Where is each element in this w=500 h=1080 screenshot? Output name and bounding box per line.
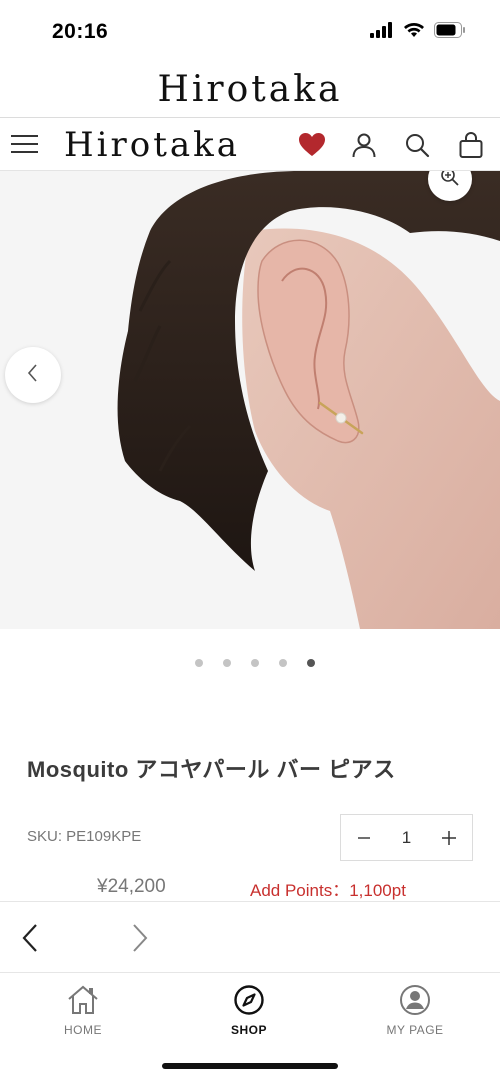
chevron-left-icon xyxy=(26,363,40,388)
browser-toolbar xyxy=(0,901,500,973)
product-price: ¥24,200 xyxy=(97,876,166,897)
plus-icon xyxy=(442,830,456,845)
tab-shop-label: SHOP xyxy=(230,1023,267,1037)
tab-home[interactable]: HOME xyxy=(23,982,143,1037)
tab-home-label: HOME xyxy=(64,1023,102,1037)
site-logo[interactable]: Hirotaka xyxy=(64,120,240,170)
heart-icon[interactable] xyxy=(297,130,327,160)
add-points: Add Points：1,100pt xyxy=(250,881,406,900)
menu-icon[interactable] xyxy=(10,131,40,157)
product-image-gallery[interactable] xyxy=(0,171,500,629)
tab-my-page-label: MY PAGE xyxy=(386,1023,444,1037)
status-time: 20:16 xyxy=(52,20,109,43)
browser-title-bar: Hirotaka xyxy=(0,62,500,118)
signal-icon xyxy=(370,22,394,43)
product-sku: SKU: PE109KPE xyxy=(27,828,142,845)
search-icon[interactable] xyxy=(402,130,432,160)
compass-icon xyxy=(231,982,267,1018)
back-arrow-icon[interactable] xyxy=(16,922,46,954)
browser-page-title: Hirotaka xyxy=(157,69,343,110)
wifi-icon xyxy=(403,22,425,43)
home-indicator xyxy=(162,1063,338,1069)
slide-dot-active[interactable] xyxy=(307,659,315,667)
home-icon xyxy=(65,982,101,1018)
bag-icon[interactable] xyxy=(456,130,486,160)
zoom-in-icon xyxy=(440,171,460,192)
status-icons xyxy=(370,22,466,43)
slide-dot[interactable] xyxy=(223,659,231,667)
tab-my-page[interactable]: MY PAGE xyxy=(355,982,475,1037)
forward-arrow-icon[interactable] xyxy=(124,922,154,954)
tab-shop[interactable]: SHOP xyxy=(189,982,309,1037)
quantity-stepper: 1 xyxy=(340,814,473,861)
slide-dot[interactable] xyxy=(195,659,203,667)
product-title: Mosquito アコヤパール バー ピアス xyxy=(27,757,396,782)
previous-slide-button[interactable] xyxy=(5,347,61,403)
status-bar: 20:16 xyxy=(0,0,500,62)
site-header: Hirotaka xyxy=(0,118,500,171)
minus-icon xyxy=(358,836,370,839)
battery-icon xyxy=(434,22,466,43)
user-circle-icon xyxy=(397,982,433,1018)
slide-dot[interactable] xyxy=(251,659,259,667)
product-photo xyxy=(0,171,500,629)
user-icon[interactable] xyxy=(349,130,379,160)
decrease-quantity-button[interactable] xyxy=(355,829,373,847)
increase-quantity-button[interactable] xyxy=(440,829,458,847)
slide-dot[interactable] xyxy=(279,659,287,667)
quantity-value[interactable]: 1 xyxy=(402,828,411,848)
slide-indicator xyxy=(0,659,500,669)
